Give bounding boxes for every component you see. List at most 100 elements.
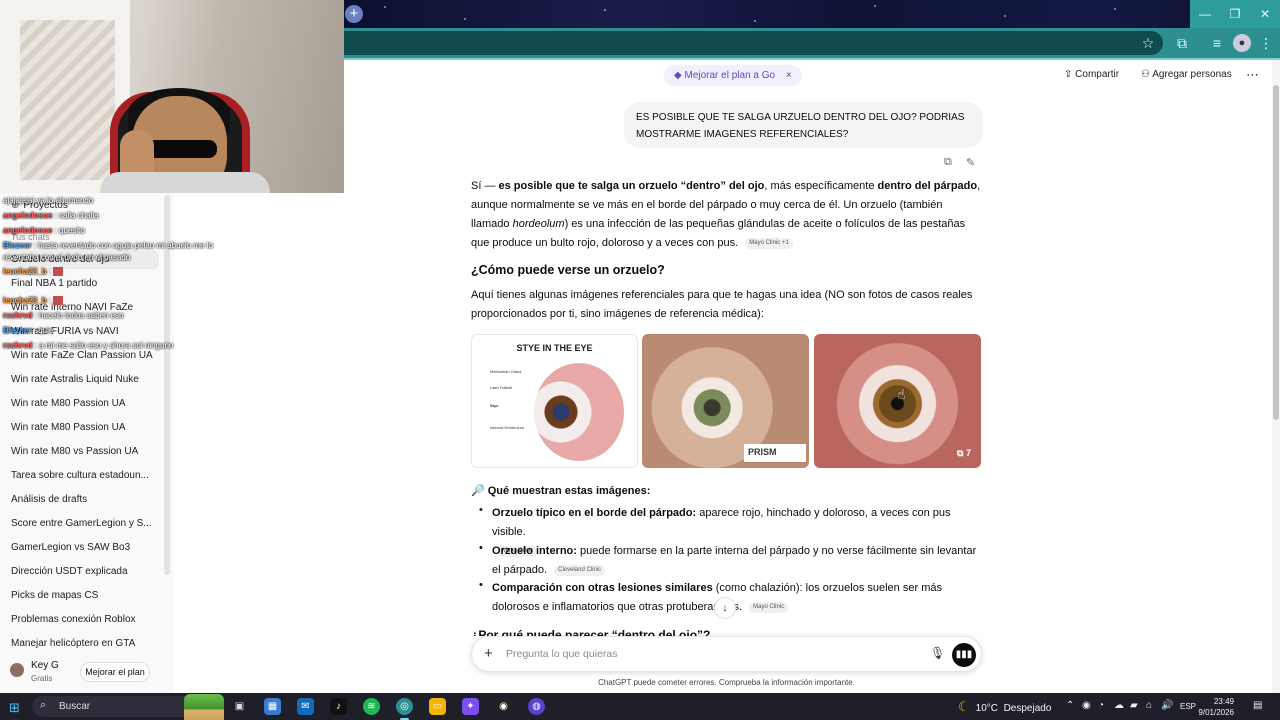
- citation-badge[interactable]: Cleveland Clinic: [554, 564, 606, 576]
- bullet-dot: •: [479, 504, 483, 516]
- edit-icon[interactable]: ✎: [966, 156, 975, 169]
- volume-icon[interactable]: 🔊: [1161, 700, 1173, 711]
- tray-wifi-icon[interactable]: ◔: [1098, 700, 1104, 711]
- sidebar-item[interactable]: Final NBA 1 partido: [11, 278, 163, 289]
- sidebar-scrollbar[interactable]: [164, 195, 170, 575]
- copilot-icon[interactable]: ✦: [462, 698, 479, 715]
- add-people-button[interactable]: ⚇ Agregar personas: [1141, 69, 1232, 80]
- person-add-icon: ⚇: [1141, 69, 1150, 80]
- outlook-icon[interactable]: ✉: [297, 698, 314, 715]
- upgrade-plan-button[interactable]: Mejorar el plan: [80, 662, 150, 682]
- moon-weather-icon: ☾: [958, 699, 970, 714]
- obs-icon[interactable]: ◉: [495, 698, 512, 715]
- bullet-dot: •: [479, 542, 483, 554]
- more-images-badge[interactable]: ⧉ 7: [957, 448, 971, 459]
- avatar: [10, 663, 24, 677]
- new-tab-button[interactable]: +: [345, 5, 363, 23]
- citation-badge[interactable]: Mayo Clinic: [749, 601, 789, 613]
- chat-message: ajajajajaj ya lo ahumando: [3, 196, 94, 205]
- webcam-door: [20, 20, 115, 180]
- microphone-icon[interactable]: 🎙: [930, 646, 945, 660]
- scrollbar-thumb[interactable]: [1273, 85, 1279, 420]
- diamond-icon: ◆: [674, 70, 682, 81]
- chat-message: Blezeer : quie: [3, 326, 54, 335]
- eye-diagram: [534, 363, 624, 461]
- chat-message: Blezeer : hasta reventado con aguja pela…: [3, 241, 213, 250]
- close-promo-icon[interactable]: ×: [786, 70, 792, 81]
- sidebar-item[interactable]: Win rate FaZe Clan Passion UA: [11, 350, 163, 361]
- citation-badge[interactable]: Mayo Clinic +1: [745, 237, 793, 249]
- file-explorer-icon[interactable]: ▭: [429, 698, 446, 715]
- sidebar-item[interactable]: Score entre GamerLegion y S...: [11, 518, 163, 529]
- tray-app-icon[interactable]: ▰: [1130, 700, 1138, 711]
- upgrade-promo-chip[interactable]: ◆ Mejorar el plan a Go ×: [664, 65, 802, 86]
- copy-icon[interactable]: ⧉: [944, 156, 952, 169]
- notification-icon[interactable]: ▤: [1253, 700, 1262, 711]
- user-name: Key G: [31, 660, 59, 671]
- tray-obs-icon[interactable]: ◉: [1082, 700, 1091, 711]
- mouse-cursor-icon: ☝: [897, 386, 906, 402]
- omnibox[interactable]: [344, 31, 1163, 55]
- maximize-button[interactable]: ❐: [1220, 0, 1250, 28]
- bullet-dot: •: [479, 579, 483, 591]
- stye-photo-image[interactable]: PRISM: [642, 334, 809, 468]
- sidebar-item[interactable]: Win rate M80 vs Passion UA: [11, 446, 163, 457]
- reading-list-icon[interactable]: ≡: [1208, 34, 1226, 52]
- sidebar-item[interactable]: GamerLegion vs SAW Bo3: [11, 542, 163, 553]
- sidebar-item[interactable]: Problemas conexión Roblox: [11, 614, 163, 625]
- sidebar-item[interactable]: Win rate M80 Passion UA: [11, 422, 163, 433]
- spotify-icon[interactable]: ≋: [363, 698, 380, 715]
- bullet-item: Comparación con otras lesiones similares…: [492, 582, 942, 613]
- sidebar-item[interactable]: Picks de mapas CS: [11, 590, 163, 601]
- store-icon[interactable]: ▦: [264, 698, 281, 715]
- chat-message: rxchrvd : a mi me salio eso y ahora sol …: [3, 341, 174, 350]
- disclaimer: ChatGPT puede cometer errores. Comprueba…: [598, 678, 855, 687]
- sidebar-user[interactable]: Key G Gratis Mejorar el plan: [0, 655, 174, 693]
- chat-message: rxchrvd : hacelo todos saben eso: [3, 311, 124, 320]
- prism-logo: PRISM: [744, 444, 806, 462]
- sidebar-item[interactable]: Win rate M80 Passion UA: [11, 398, 163, 409]
- section-title: 🔎 Qué muestran estas imágenes:: [471, 485, 651, 497]
- answer-intro: Sí — es posible que te salga un orzuelo …: [471, 180, 981, 249]
- stye-diagram-image[interactable]: STYE IN THE EYE Meibomian Gland Lash Fol…: [471, 334, 638, 468]
- profile-icon[interactable]: ●: [1233, 34, 1251, 52]
- star-icon[interactable]: ☆: [1139, 34, 1157, 52]
- browser-tab-strip: [344, 0, 1280, 28]
- extensions-icon[interactable]: ⧉: [1173, 34, 1191, 52]
- user-message: ES POSIBLE QUE TE SALGA URZUELO DENTRO D…: [624, 102, 983, 148]
- close-window-button[interactable]: ✕: [1250, 0, 1280, 28]
- chat-message: angelodosue : calla chalia: [3, 211, 99, 220]
- windows-start-icon[interactable]: ⊞: [9, 700, 20, 716]
- share-icon: ⇪: [1064, 69, 1073, 80]
- search-icon: ⌕: [40, 699, 47, 711]
- search-highlight-image: [184, 694, 224, 720]
- message-composer[interactable]: + Pregunta lo que quieras 🎙 ▮▮▮: [471, 636, 982, 672]
- app-icon[interactable]: ◍: [528, 698, 545, 715]
- menu-icon[interactable]: ⋮: [1257, 34, 1275, 52]
- language-indicator[interactable]: ESP: [1180, 702, 1196, 711]
- tray-chevron-icon[interactable]: ⌃: [1066, 700, 1074, 711]
- add-attachment-icon[interactable]: +: [484, 645, 493, 662]
- prompt-input[interactable]: Pregunta lo que quieras: [506, 648, 618, 660]
- webcam-shirt: [100, 172, 270, 193]
- network-icon[interactable]: ⌂: [1146, 700, 1152, 711]
- more-options-icon[interactable]: ⋯: [1246, 67, 1259, 83]
- sidebar-item[interactable]: Manejar helicóptero en GTA: [11, 638, 163, 649]
- chat-message: leucha23_b :: [3, 296, 64, 306]
- scroll-down-button[interactable]: ↓: [714, 597, 736, 619]
- sidebar-item[interactable]: Tarea sobre cultura estadoun...: [11, 470, 163, 481]
- next-heading: ¿Por qué puede parecer “dentro del ojo”?: [471, 628, 711, 636]
- voice-mode-button[interactable]: ▮▮▮: [952, 643, 976, 667]
- sidebar-item[interactable]: Win rate Astralis Liquid Nuke: [11, 374, 163, 385]
- task-view-icon[interactable]: ▣: [231, 698, 248, 715]
- sidebar-item[interactable]: Análisis de drafts: [11, 494, 163, 505]
- tray-cloud-icon[interactable]: ☁: [1114, 700, 1124, 711]
- main-scrollbar[interactable]: [1272, 60, 1280, 693]
- share-button[interactable]: ⇪ Compartir: [1064, 69, 1119, 80]
- clock[interactable]: 23:49 9/01/2026: [1196, 696, 1234, 718]
- minimize-button[interactable]: —: [1190, 0, 1220, 28]
- sidebar-item[interactable]: Dirección USDT explicada: [11, 566, 163, 577]
- chrome-icon[interactable]: ◎: [396, 698, 413, 720]
- tiktok-icon[interactable]: ♪: [330, 698, 347, 715]
- weather-widget[interactable]: ☾ 10°C Despejado: [958, 699, 1051, 715]
